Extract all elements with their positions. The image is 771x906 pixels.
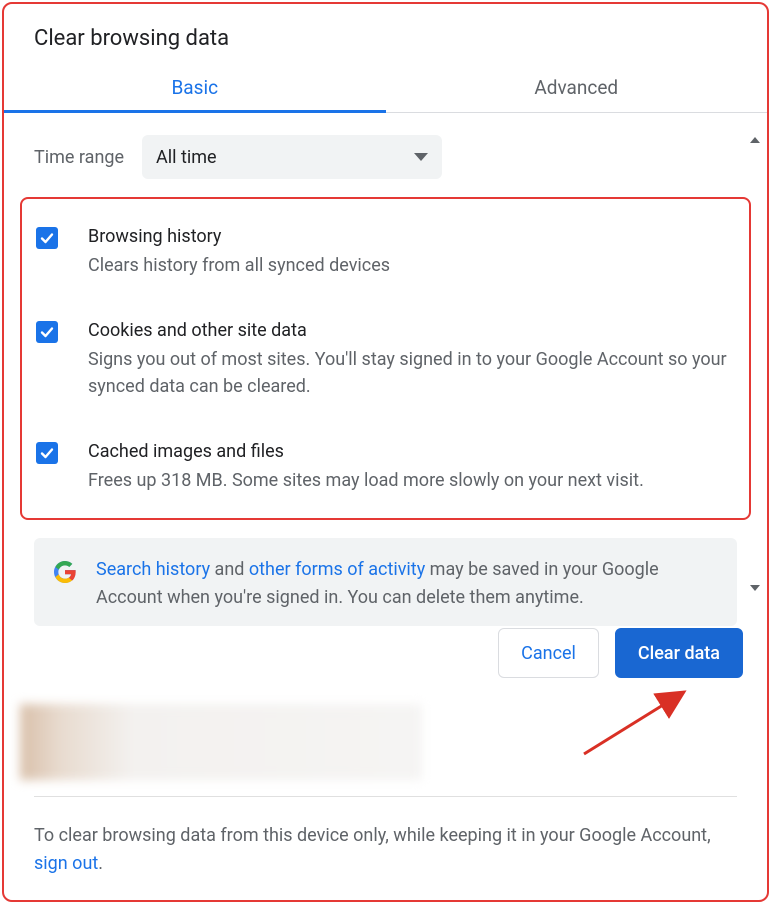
time-range-value: All time <box>156 147 217 168</box>
cache-row: Cached images and files Frees up 318 MB.… <box>32 428 739 504</box>
tab-advanced[interactable]: Advanced <box>386 63 768 112</box>
search-history-link[interactable]: Search history <box>96 559 210 580</box>
cancel-button[interactable]: Cancel <box>498 628 599 678</box>
sign-out-link[interactable]: sign out <box>34 853 98 874</box>
cache-title: Cached images and files <box>88 438 644 465</box>
cookies-text: Cookies and other site data Signs you ou… <box>88 317 735 400</box>
bottom-note-text: To clear browsing data from this device … <box>34 825 711 846</box>
highlighted-checklist: Browsing history Clears history from all… <box>20 197 751 520</box>
time-range-label: Time range <box>34 147 124 168</box>
browsing-history-checkbox[interactable] <box>36 227 58 249</box>
tab-bar: Basic Advanced <box>4 63 767 113</box>
cookies-row: Cookies and other site data Signs you ou… <box>32 307 739 410</box>
cache-desc: Frees up 318 MB. Some sites may load mor… <box>88 467 644 494</box>
bottom-note: To clear browsing data from this device … <box>34 822 737 878</box>
bottom-divider <box>34 796 737 797</box>
google-g-icon <box>52 559 78 585</box>
clear-data-button[interactable]: Clear data <box>615 628 743 678</box>
clear-browsing-data-dialog: Clear browsing data Basic Advanced Time … <box>2 2 769 902</box>
blurred-content <box>20 704 422 780</box>
google-account-info: Search history and other forms of activi… <box>34 538 737 626</box>
cache-text: Cached images and files Frees up 318 MB.… <box>88 438 644 494</box>
info-text: Search history and other forms of activi… <box>96 556 719 612</box>
dialog-buttons: Cancel Clear data <box>498 628 743 678</box>
browsing-history-title: Browsing history <box>88 223 390 250</box>
bottom-note-period: . <box>98 853 103 874</box>
browsing-history-desc: Clears history from all synced devices <box>88 252 390 279</box>
time-range-row: Time range All time <box>34 113 737 197</box>
dialog-body: Time range All time Browsing history Cle… <box>4 113 767 626</box>
chevron-down-icon <box>414 153 428 161</box>
cache-checkbox[interactable] <box>36 442 58 464</box>
info-mid1: and <box>210 559 249 580</box>
annotation-arrow <box>564 684 714 764</box>
cookies-checkbox[interactable] <box>36 321 58 343</box>
dialog-title: Clear browsing data <box>4 4 767 63</box>
browsing-history-text: Browsing history Clears history from all… <box>88 223 390 279</box>
other-activity-link[interactable]: other forms of activity <box>249 559 425 580</box>
tab-basic[interactable]: Basic <box>4 63 386 112</box>
time-range-select[interactable]: All time <box>142 135 442 179</box>
cookies-title: Cookies and other site data <box>88 317 735 344</box>
browsing-history-row: Browsing history Clears history from all… <box>32 213 739 289</box>
cookies-desc: Signs you out of most sites. You'll stay… <box>88 346 735 400</box>
